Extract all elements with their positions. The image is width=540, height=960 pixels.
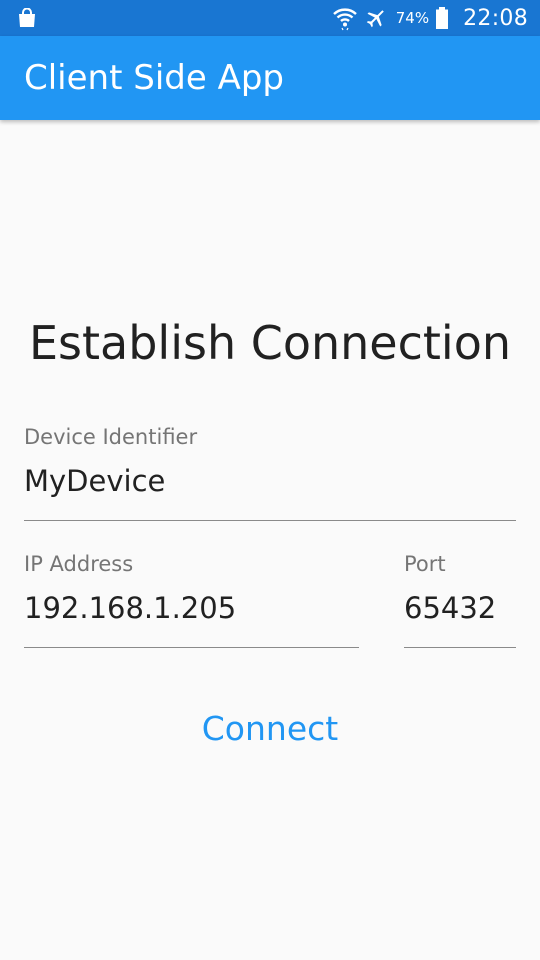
airplane-mode-icon: [364, 6, 388, 30]
status-clock: 22:08: [463, 5, 528, 31]
app-bar: Client Side App: [0, 36, 540, 120]
device-identifier-field: Device Identifier: [24, 425, 516, 525]
ip-address-underline: [24, 647, 359, 648]
connect-button[interactable]: Connect: [170, 700, 370, 756]
page-heading: Establish Connection: [28, 316, 512, 370]
device-identifier-input[interactable]: [24, 461, 516, 501]
device-identifier-underline: [24, 520, 516, 521]
port-input[interactable]: [404, 588, 516, 628]
app-title: Client Side App: [24, 58, 284, 98]
ip-address-input[interactable]: [24, 588, 359, 628]
battery-icon: [435, 6, 449, 30]
port-label: Port: [404, 552, 446, 576]
port-field: Port: [404, 552, 516, 652]
status-bar: 74% 22:08: [0, 0, 540, 36]
battery-percentage: 74%: [395, 9, 430, 27]
port-underline: [404, 647, 516, 648]
shopping-bag-icon: [18, 7, 38, 28]
ip-address-field: IP Address: [24, 552, 359, 652]
device-identifier-label: Device Identifier: [24, 425, 198, 449]
ip-address-label: IP Address: [24, 552, 134, 576]
wifi-icon: [332, 5, 358, 31]
